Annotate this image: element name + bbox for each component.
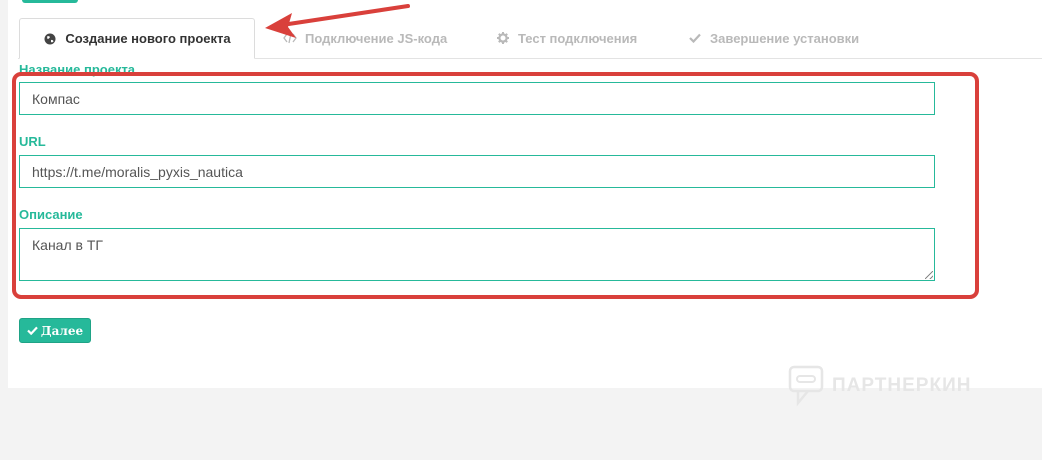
watermark-text: ПАРТНЕРКИН xyxy=(832,375,972,396)
watermark: ПАРТНЕРКИН xyxy=(788,365,971,407)
watermark-logo-icon xyxy=(788,365,824,407)
